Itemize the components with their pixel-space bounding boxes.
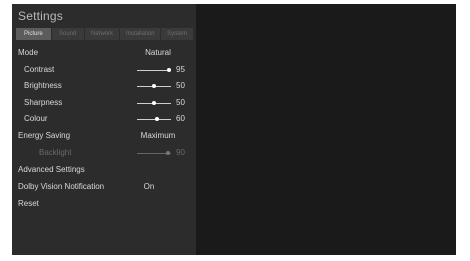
tab-installation[interactable]: Installation xyxy=(120,28,161,40)
contrast-slider-knob[interactable] xyxy=(167,68,172,72)
dolby-vision-value: On xyxy=(143,182,155,191)
tv-screen: Settings Picture Sound Network Installat… xyxy=(12,4,456,255)
mode-label: Mode xyxy=(18,48,39,57)
settings-panel: Settings Picture Sound Network Installat… xyxy=(12,4,196,255)
tab-network[interactable]: Network xyxy=(84,28,120,40)
brightness-slider[interactable] xyxy=(137,84,171,88)
menu-item-energy-saving[interactable]: Energy Saving Maximum xyxy=(12,129,196,143)
menu-item-backlight: Backlight 90 xyxy=(12,146,196,160)
sharpness-slider[interactable] xyxy=(137,101,171,105)
menu-item-brightness[interactable]: Brightness 50 xyxy=(12,79,196,93)
energy-saving-label: Energy Saving xyxy=(18,131,71,140)
colour-label: Colour xyxy=(24,114,48,123)
colour-slider-knob[interactable] xyxy=(155,117,160,121)
brightness-slider-knob[interactable] xyxy=(152,84,156,88)
mode-value: Natural xyxy=(145,48,171,57)
reset-label: Reset xyxy=(18,199,39,208)
brightness-label: Brightness xyxy=(24,81,62,90)
backlight-slider xyxy=(137,151,171,155)
advanced-settings-label: Advanced Settings xyxy=(18,165,85,174)
backlight-slider-knob xyxy=(165,151,170,155)
energy-saving-value: Maximum xyxy=(140,131,176,140)
brightness-value: 50 xyxy=(176,81,185,90)
menu-item-sharpness[interactable]: Sharpness 50 xyxy=(12,96,196,110)
sharpness-value: 50 xyxy=(176,98,185,107)
backlight-label: Backlight xyxy=(39,148,72,157)
contrast-value: 95 xyxy=(176,65,185,74)
colour-slider[interactable] xyxy=(137,117,171,121)
menu-item-mode[interactable]: Mode Natural xyxy=(12,46,196,60)
tab-sound[interactable]: Sound xyxy=(51,28,84,40)
sharpness-label: Sharpness xyxy=(24,98,63,107)
menu-item-dolby-vision[interactable]: Dolby Vision Notification On xyxy=(12,180,196,194)
preview-area xyxy=(196,4,456,255)
tab-system[interactable]: System xyxy=(161,28,193,40)
settings-title: Settings xyxy=(18,9,63,23)
menu-item-contrast[interactable]: Contrast 95 xyxy=(12,63,196,77)
contrast-label: Contrast xyxy=(24,65,55,74)
backlight-value: 90 xyxy=(176,148,185,157)
sharpness-slider-knob[interactable] xyxy=(152,101,156,105)
settings-tabs: Picture Sound Network Installation Syste… xyxy=(16,28,194,40)
menu-item-advanced-settings[interactable]: Advanced Settings xyxy=(12,163,196,177)
menu-item-reset[interactable]: Reset xyxy=(12,197,196,211)
colour-value: 60 xyxy=(176,114,185,123)
dolby-vision-label: Dolby Vision Notification xyxy=(18,182,105,191)
tab-picture[interactable]: Picture xyxy=(16,28,51,40)
menu-item-colour[interactable]: Colour 60 xyxy=(12,112,196,126)
contrast-slider[interactable] xyxy=(137,68,172,72)
